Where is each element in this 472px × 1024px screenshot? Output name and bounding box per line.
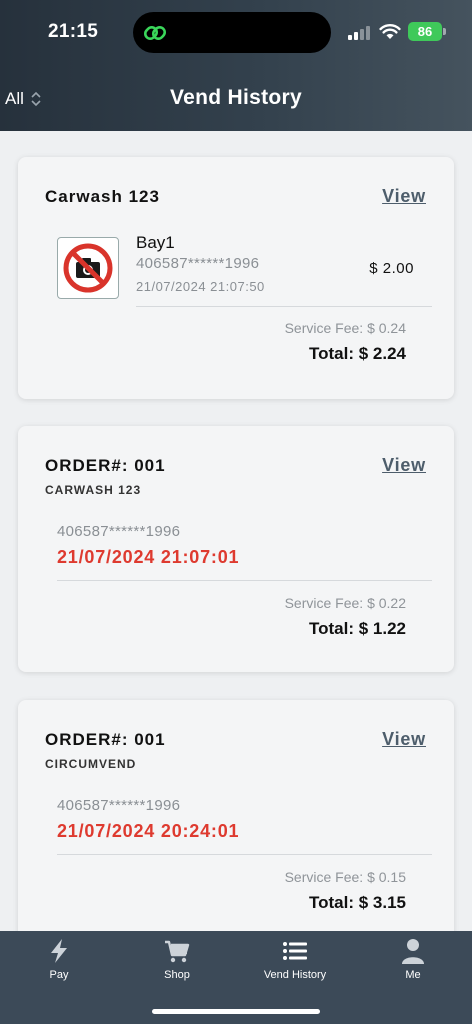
battery-tip bbox=[443, 28, 446, 35]
person-icon bbox=[402, 939, 424, 964]
divider bbox=[57, 580, 432, 581]
tab-shop[interactable]: Shop bbox=[118, 937, 236, 987]
tab-label: Shop bbox=[164, 969, 190, 981]
card-number: 406587******1996 bbox=[136, 255, 260, 272]
order-number: ORDER#: 001 bbox=[45, 730, 166, 749]
merchant-name: CARWASH 123 bbox=[45, 483, 142, 497]
total: Total: $ 3.15 bbox=[309, 893, 406, 912]
signal-icon bbox=[348, 24, 372, 40]
vend-history-list[interactable]: Carwash 123 View Bay1 406587******1996 2… bbox=[0, 131, 472, 931]
divider bbox=[57, 854, 432, 855]
wifi-icon bbox=[379, 24, 401, 39]
view-link[interactable]: View bbox=[382, 186, 426, 207]
tab-label: Pay bbox=[49, 969, 69, 981]
card-number: 406587******1996 bbox=[57, 797, 181, 814]
total: Total: $ 1.22 bbox=[309, 619, 406, 638]
service-fee: Service Fee: $ 0.22 bbox=[284, 595, 406, 611]
cart-icon bbox=[165, 940, 190, 963]
page-title: Vend History bbox=[170, 86, 302, 109]
dynamic-island bbox=[133, 12, 331, 53]
order-number: ORDER#: 001 bbox=[45, 456, 166, 475]
home-indicator bbox=[152, 1009, 320, 1014]
vend-card: Carwash 123 View Bay1 406587******1996 2… bbox=[18, 157, 454, 399]
no-camera-icon bbox=[63, 243, 113, 293]
divider bbox=[136, 306, 432, 307]
lightning-icon bbox=[51, 939, 67, 963]
service-fee: Service Fee: $ 0.15 bbox=[284, 869, 406, 885]
order-card: ORDER#: 001 View CARWASH 123 406587*****… bbox=[18, 426, 454, 672]
tab-me[interactable]: Me bbox=[354, 937, 472, 987]
item-date: 21/07/2024 21:07:50 bbox=[136, 279, 265, 294]
view-link[interactable]: View bbox=[382, 729, 426, 750]
status-time: 21:15 bbox=[48, 21, 99, 42]
merchant-name: CIRCUMVEND bbox=[45, 757, 137, 771]
card-number: 406587******1996 bbox=[57, 523, 181, 540]
item-thumbnail bbox=[57, 237, 119, 299]
tab-label: Me bbox=[405, 969, 421, 981]
order-date: 21/07/2024 21:07:01 bbox=[57, 547, 240, 567]
item-price: $ 2.00 bbox=[369, 260, 414, 277]
card-title: Carwash 123 bbox=[45, 187, 160, 206]
status-bar: 21:15 86 bbox=[0, 0, 472, 62]
battery-level: 86 bbox=[408, 22, 442, 41]
list-icon bbox=[283, 942, 307, 960]
tab-label: Vend History bbox=[263, 969, 327, 981]
tab-vend-history[interactable]: Vend History bbox=[236, 937, 354, 987]
order-card: ORDER#: 001 View CIRCUMVEND 406587******… bbox=[18, 700, 454, 931]
link-icon bbox=[143, 25, 167, 41]
tab-pay[interactable]: Pay bbox=[0, 937, 118, 987]
service-fee: Service Fee: $ 0.24 bbox=[284, 320, 406, 336]
item-name: Bay1 bbox=[136, 233, 175, 252]
view-link[interactable]: View bbox=[382, 455, 426, 476]
header: 21:15 86 All Vend History bbox=[0, 0, 472, 131]
total: Total: $ 2.24 bbox=[309, 344, 406, 363]
order-date: 21/07/2024 20:24:01 bbox=[57, 821, 240, 841]
